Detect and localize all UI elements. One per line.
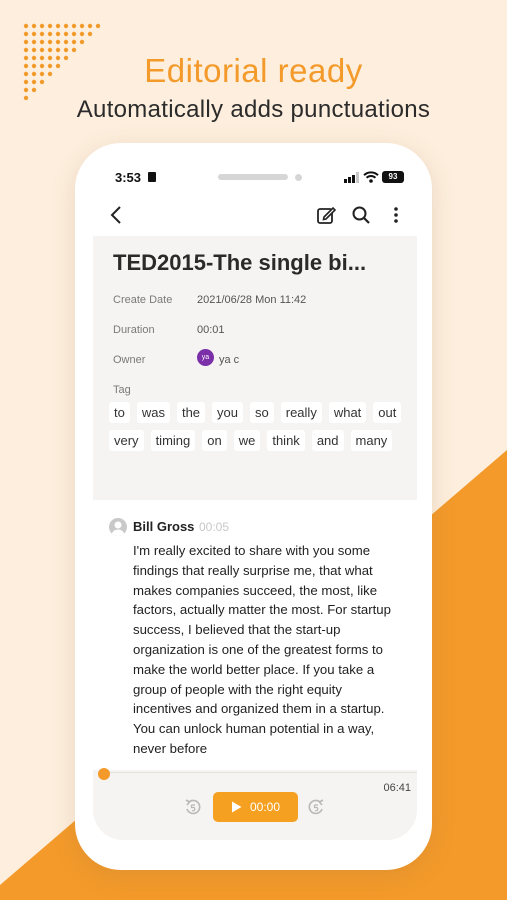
play-button[interactable]: 00:00 — [213, 792, 298, 822]
cellular-signal-icon — [344, 172, 359, 183]
sim-icon — [148, 172, 156, 182]
owner-name: ya c — [219, 354, 240, 366]
speaker-name[interactable]: Bill Gross — [133, 519, 194, 534]
tag-chip[interactable]: many — [350, 430, 393, 451]
tag-chip[interactable]: so — [250, 402, 274, 423]
create-date-value: 2021/06/28 Mon 11:42 — [197, 294, 307, 306]
tag-chip[interactable]: very — [109, 430, 144, 451]
total-duration: 06:41 — [383, 782, 411, 794]
play-icon — [231, 801, 242, 813]
transcript-text[interactable]: I'm really excited to share with you som… — [133, 541, 403, 759]
current-time: 00:00 — [249, 800, 281, 814]
status-time: 3:53 — [115, 170, 142, 185]
dynamic-island-pill — [218, 174, 288, 180]
tag-chip[interactable]: really — [280, 402, 322, 423]
tag-chip[interactable]: we — [233, 430, 261, 451]
camera-dot — [295, 174, 302, 181]
subheadline: Automatically adds punctuations — [76, 96, 431, 123]
tag-chip[interactable]: to — [109, 402, 130, 423]
search-icon[interactable] — [348, 202, 374, 228]
top-toolbar — [93, 198, 417, 232]
forward-5-icon[interactable] — [307, 798, 325, 816]
tag-chip[interactable]: you — [212, 402, 244, 423]
tag-chip[interactable]: on — [202, 430, 227, 451]
edit-icon[interactable] — [313, 202, 339, 228]
speaker-avatar — [109, 518, 127, 536]
status-bar: 3:53 93 — [93, 160, 417, 194]
phone-screen: 3:53 93 TED2015-The single bi... Create … — [93, 160, 417, 840]
owner-label: Owner — [113, 354, 146, 366]
tag-chip[interactable]: out — [373, 402, 402, 423]
tag-chip[interactable]: think — [267, 430, 305, 451]
wifi-icon — [363, 171, 379, 183]
tag-list: to was the you so really what out very timing on we… — [109, 402, 409, 451]
duration-label: Duration — [113, 324, 155, 336]
progress-handle[interactable] — [98, 768, 110, 780]
tag-chip[interactable]: what — [328, 402, 367, 423]
more-vertical-icon[interactable] — [383, 202, 409, 228]
duration-value: 00:01 — [197, 324, 225, 336]
create-date-label: Create Date — [113, 294, 173, 306]
tag-label: Tag — [113, 384, 131, 396]
transcript-panel[interactable]: Bill Gross 00:05 I'm really excited to s… — [93, 506, 417, 770]
recording-title: TED2015-The single bi... — [113, 250, 367, 275]
speaker-timestamp[interactable]: 00:05 — [199, 520, 229, 534]
battery-indicator: 93 — [382, 171, 404, 183]
headline: Editorial ready — [144, 52, 363, 89]
progress-track[interactable] — [98, 768, 417, 780]
tag-chip[interactable]: was — [136, 402, 170, 423]
chevron-left-icon[interactable] — [103, 202, 129, 228]
audio-player: 06:41 00:00 — [93, 768, 417, 840]
owner-avatar: ya — [197, 349, 214, 366]
tag-chip[interactable]: and — [311, 430, 344, 451]
rewind-5-icon[interactable] — [184, 798, 202, 816]
tag-chip[interactable]: the — [176, 402, 206, 423]
recording-details: TED2015-The single bi... Create Date 202… — [93, 236, 417, 500]
tag-chip[interactable]: timing — [150, 430, 196, 451]
